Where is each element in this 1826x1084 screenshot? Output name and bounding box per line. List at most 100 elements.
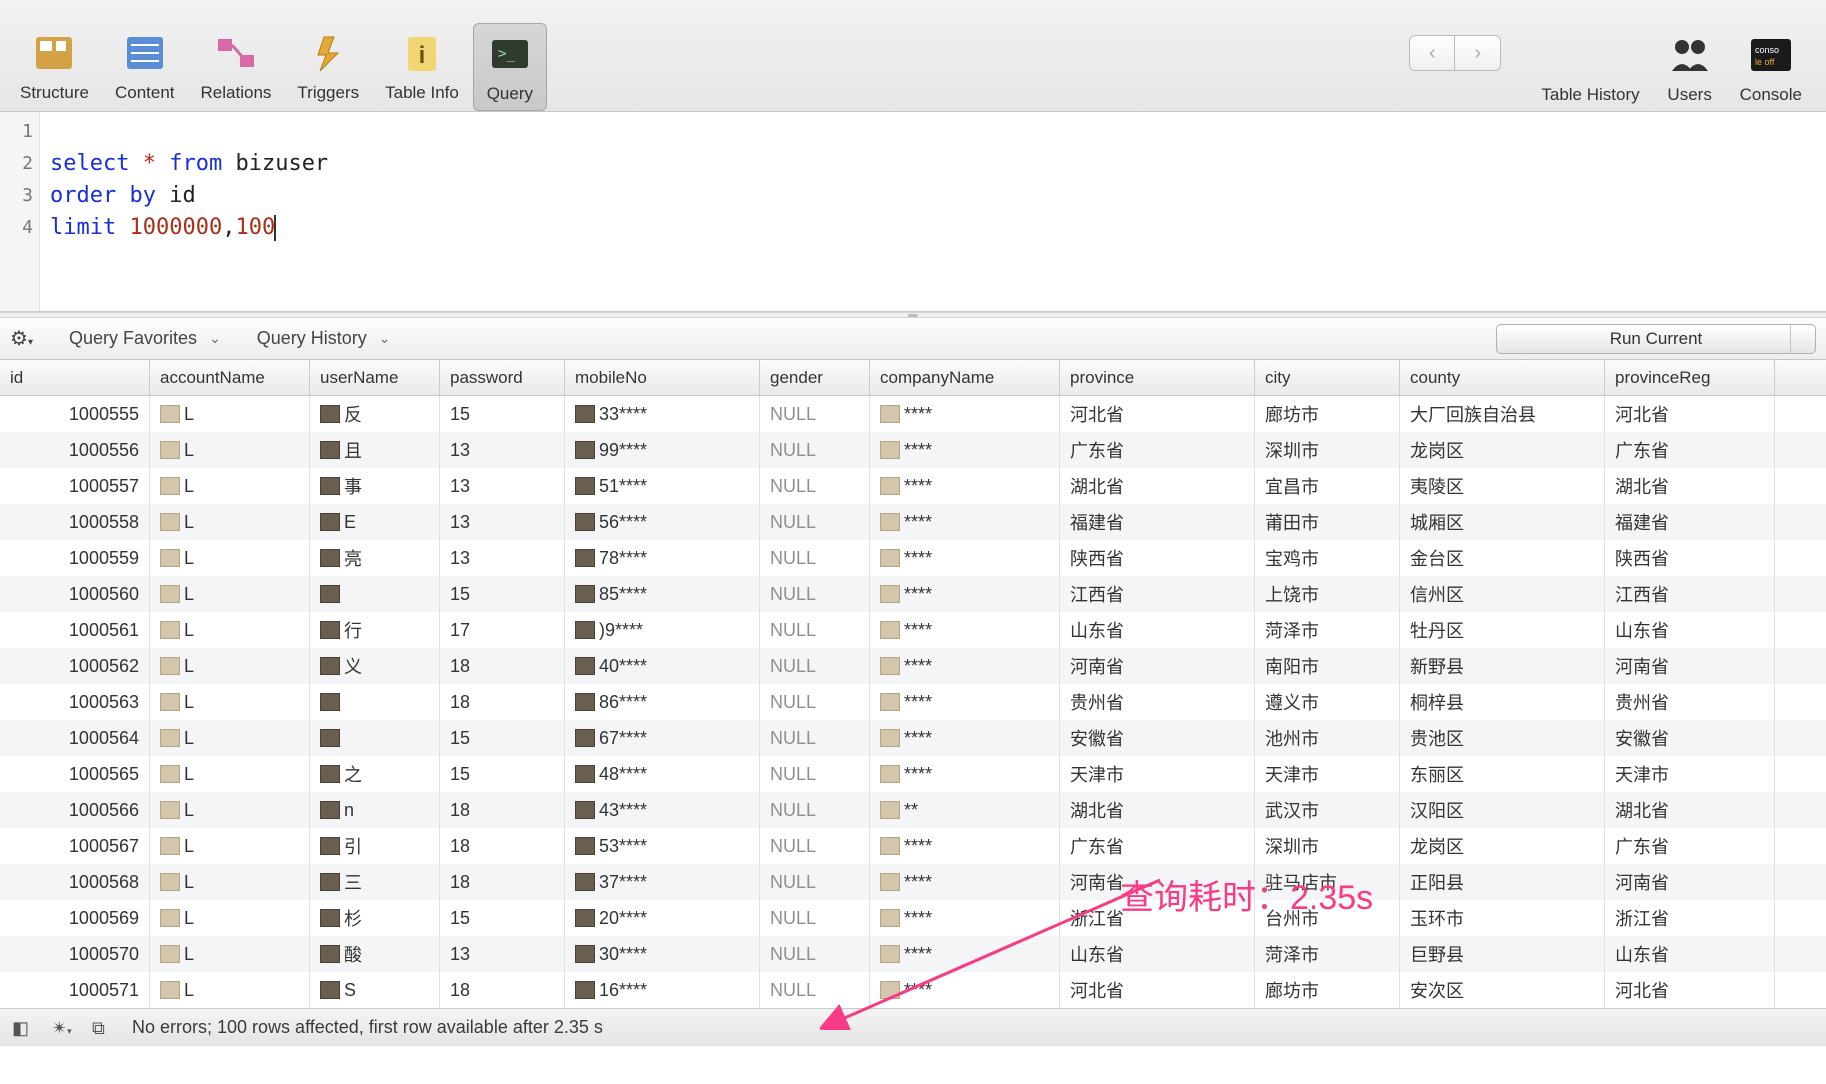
cell-city: 遵义市: [1255, 684, 1400, 720]
cell-province: 山东省: [1060, 936, 1255, 972]
table-history-button[interactable]: Table History: [1529, 25, 1651, 111]
structure-button[interactable]: Structure: [8, 23, 101, 111]
cell-mobileNo: 78****: [565, 540, 760, 576]
cell-id: 1000556: [0, 432, 150, 468]
cell-id: 1000565: [0, 756, 150, 792]
table-row[interactable]: 1000556L且1399****NULL****广东省深圳市龙岗区广东省: [0, 432, 1826, 468]
table-row[interactable]: 1000562L义1840****NULL****河南省南阳市新野县河南省: [0, 648, 1826, 684]
cell-companyName: ****: [870, 684, 1060, 720]
table-row[interactable]: 1000565L之1548****NULL****天津市天津市东丽区天津市: [0, 756, 1826, 792]
relations-button[interactable]: Relations: [189, 23, 284, 111]
table-info-button[interactable]: iTable Info: [373, 23, 471, 111]
cell-userName: 且: [310, 432, 440, 468]
column-header-county[interactable]: county: [1400, 360, 1605, 395]
column-header-province[interactable]: province: [1060, 360, 1255, 395]
cell-gender: NULL: [760, 432, 870, 468]
cell-password: 15: [440, 396, 565, 432]
cell-password: 13: [440, 468, 565, 504]
table-row[interactable]: 1000558LE1356****NULL****福建省莆田市城厢区福建省: [0, 504, 1826, 540]
expand-icon[interactable]: ◧: [12, 1018, 32, 1038]
cell-mobileNo: 67****: [565, 720, 760, 756]
table-row[interactable]: 1000563L1886****NULL****贵州省遵义市桐梓县贵州省: [0, 684, 1826, 720]
nav-forward-button[interactable]: ›: [1455, 35, 1501, 71]
column-header-userName[interactable]: userName: [310, 360, 440, 395]
cell-password: 13: [440, 432, 565, 468]
table-row[interactable]: 1000560L1585****NULL****江西省上饶市信州区江西省: [0, 576, 1826, 612]
column-header-provinceReg[interactable]: provinceReg: [1605, 360, 1775, 395]
cell-companyName: ****: [870, 828, 1060, 864]
cell-county: 巨野县: [1400, 936, 1605, 972]
console-button[interactable]: console offConsole: [1728, 25, 1814, 111]
cell-gender: NULL: [760, 900, 870, 936]
column-header-city[interactable]: city: [1255, 360, 1400, 395]
cell-county: 金台区: [1400, 540, 1605, 576]
table-row[interactable]: 1000555L反1533****NULL****河北省廊坊市大厂回族自治县河北…: [0, 396, 1826, 432]
column-header-accountName[interactable]: accountName: [150, 360, 310, 395]
pane-divider[interactable]: [0, 312, 1826, 318]
cell-mobileNo: 85****: [565, 576, 760, 612]
table-row[interactable]: 1000561L行17)9****NULL****山东省菏泽市牡丹区山东省: [0, 612, 1826, 648]
table-row[interactable]: 1000568L三1837****NULL****河南省驻马店市正阳县河南省: [0, 864, 1826, 900]
status-bar: ◧ ✴▾ ⧉ No errors; 100 rows affected, fir…: [0, 1008, 1826, 1046]
cell-userName: 行: [310, 612, 440, 648]
cell-city: 菏泽市: [1255, 612, 1400, 648]
cell-provinceReg: 山东省: [1605, 936, 1775, 972]
cell-county: 东丽区: [1400, 756, 1605, 792]
cell-mobileNo: 43****: [565, 792, 760, 828]
table-row[interactable]: 1000557L事1351****NULL****湖北省宜昌市夷陵区湖北省: [0, 468, 1826, 504]
query-favorites-dropdown[interactable]: Query Favorites ⌄: [69, 328, 221, 349]
cell-province: 河南省: [1060, 864, 1255, 900]
cell-id: 1000563: [0, 684, 150, 720]
cell-provinceReg: 河南省: [1605, 648, 1775, 684]
cell-mobileNo: 53****: [565, 828, 760, 864]
cell-id: 1000564: [0, 720, 150, 756]
cell-provinceReg: 湖北省: [1605, 792, 1775, 828]
cell-county: 贵池区: [1400, 720, 1605, 756]
table-row[interactable]: 1000567L引1853****NULL****广东省深圳市龙岗区广东省: [0, 828, 1826, 864]
cell-userName: 引: [310, 828, 440, 864]
column-header-id[interactable]: id: [0, 360, 150, 395]
column-header-gender[interactable]: gender: [760, 360, 870, 395]
sql-editor-content[interactable]: select * from bizuserorder by idlimit 10…: [40, 112, 1826, 311]
query-history-dropdown[interactable]: Query History ⌄: [257, 328, 391, 349]
table-row[interactable]: 1000559L亮1378****NULL****陕西省宝鸡市金台区陕西省: [0, 540, 1826, 576]
column-header-password[interactable]: password: [440, 360, 565, 395]
copy-icon[interactable]: ⧉: [92, 1018, 112, 1038]
gear-icon[interactable]: ⚙▾: [10, 326, 33, 351]
cell-provinceReg: 湖北省: [1605, 468, 1775, 504]
table-row[interactable]: 1000566Ln1843****NULL**湖北省武汉市汉阳区湖北省: [0, 792, 1826, 828]
relations-button-icon: [212, 31, 260, 75]
nav-back-button[interactable]: ‹: [1409, 35, 1455, 71]
cell-password: 15: [440, 900, 565, 936]
cell-mobileNo: 51****: [565, 468, 760, 504]
cell-province: 安徽省: [1060, 720, 1255, 756]
sql-editor[interactable]: 1234 select * from bizuserorder by idlim…: [0, 112, 1826, 312]
table-row[interactable]: 1000564L1567****NULL****安徽省池州市贵池区安徽省: [0, 720, 1826, 756]
column-header-companyName[interactable]: companyName: [870, 360, 1060, 395]
users-button[interactable]: Users: [1654, 25, 1726, 111]
gear-icon[interactable]: ✴▾: [52, 1018, 72, 1038]
cell-userName: 之: [310, 756, 440, 792]
cell-companyName: ****: [870, 468, 1060, 504]
cell-city: 深圳市: [1255, 432, 1400, 468]
table-row[interactable]: 1000569L杉1520****NULL****浙江省台州市玉环市浙江省: [0, 900, 1826, 936]
cell-companyName: ****: [870, 576, 1060, 612]
main-toolbar: StructureContentRelationsTriggersiTable …: [0, 0, 1826, 112]
cell-password: 13: [440, 936, 565, 972]
table-row[interactable]: 1000571LS1816****NULL****河北省廊坊市安次区河北省: [0, 972, 1826, 1008]
query-button[interactable]: >_Query: [473, 23, 547, 111]
cell-password: 18: [440, 828, 565, 864]
cell-province: 江西省: [1060, 576, 1255, 612]
cell-accountName: L: [150, 864, 310, 900]
cell-userName: 亮: [310, 540, 440, 576]
cell-provinceReg: 福建省: [1605, 504, 1775, 540]
query-favorites-label: Query Favorites: [69, 328, 197, 349]
table-row[interactable]: 1000570L酸1330****NULL****山东省菏泽市巨野县山东省: [0, 936, 1826, 972]
content-button[interactable]: Content: [103, 23, 187, 111]
cell-accountName: L: [150, 756, 310, 792]
run-current-button[interactable]: Run Current: [1496, 324, 1816, 354]
cell-accountName: L: [150, 792, 310, 828]
triggers-button[interactable]: Triggers: [285, 23, 371, 111]
cell-city: 南阳市: [1255, 648, 1400, 684]
column-header-mobileNo[interactable]: mobileNo: [565, 360, 760, 395]
